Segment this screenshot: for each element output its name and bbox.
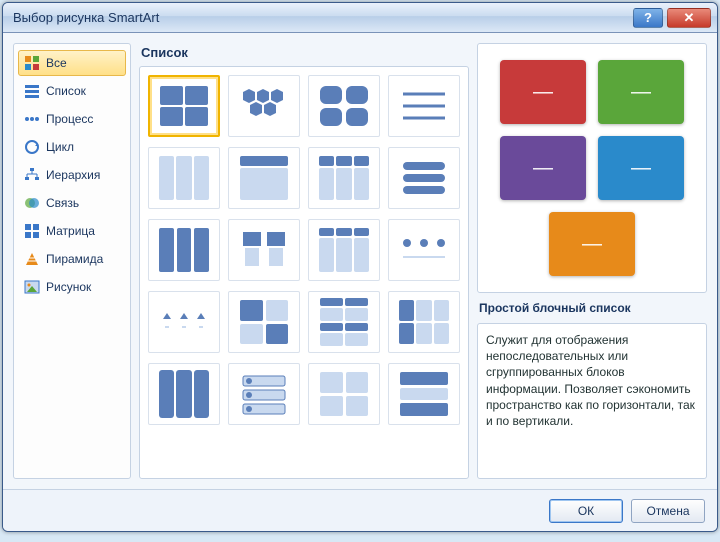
titlebar: Выбор рисунка SmartArt ? ✕ [3,3,717,33]
preview-panel: — — — — — Простой блочный список Служит … [477,43,707,479]
sidebar-item-label: Процесс [46,112,93,126]
sidebar-item-matrix[interactable]: Матрица [18,218,126,244]
process-icon [24,111,40,127]
sidebar-item-label: Цикл [46,140,74,154]
list-icon [24,83,40,99]
preview-title: Простой блочный список [477,299,707,317]
sidebar-item-hierarchy[interactable]: Иерархия [18,162,126,188]
gallery-panel: Список [139,43,469,479]
layout-thumb[interactable] [388,291,460,353]
preview-block: — [500,136,586,200]
sidebar-item-picture[interactable]: Рисунок [18,274,126,300]
hierarchy-icon [24,167,40,183]
layout-thumb[interactable] [228,363,300,425]
preview-block: — [598,136,684,200]
sidebar-item-label: Пирамида [46,252,103,266]
layout-thumb[interactable] [388,75,460,137]
sidebar-item-pyramid[interactable]: Пирамида [18,246,126,272]
picture-icon [24,279,40,295]
layout-thumb[interactable] [388,147,460,209]
layout-thumb[interactable] [228,219,300,281]
sidebar-item-cycle[interactable]: Цикл [18,134,126,160]
layout-thumb[interactable] [388,219,460,281]
sidebar-item-relation[interactable]: Связь [18,190,126,216]
layout-thumb[interactable] [228,75,300,137]
dialog-footer: ОК Отмена [3,489,717,531]
pyramid-icon [24,251,40,267]
dialog-window: Выбор рисунка SmartArt ? ✕ Все Список Пр… [2,2,718,532]
layout-gallery[interactable] [139,66,469,479]
layout-thumb[interactable] [148,147,220,209]
cycle-icon [24,139,40,155]
layout-thumb[interactable] [228,147,300,209]
cancel-button[interactable]: Отмена [631,499,705,523]
layout-thumb[interactable] [148,363,220,425]
layout-thumb[interactable] [228,291,300,353]
layout-thumb[interactable] [308,147,380,209]
preview-block: — [598,60,684,124]
sidebar-item-process[interactable]: Процесс [18,106,126,132]
layout-thumb[interactable] [308,291,380,353]
sidebar-item-label: Связь [46,196,79,210]
preview-block: — [500,60,586,124]
close-button[interactable]: ✕ [667,8,711,28]
matrix-icon [24,223,40,239]
dialog-body: Все Список Процесс Цикл Иерархия Связь [3,33,717,489]
sidebar-item-all[interactable]: Все [18,50,126,76]
layout-thumb[interactable] [148,219,220,281]
sidebar-item-label: Все [46,56,67,70]
sidebar-item-label: Иерархия [46,168,100,182]
sidebar-item-label: Список [46,84,86,98]
help-button[interactable]: ? [633,8,663,28]
layout-thumb[interactable] [388,363,460,425]
relation-icon [24,195,40,211]
layout-thumb[interactable] [148,291,220,353]
category-sidebar: Все Список Процесс Цикл Иерархия Связь [13,43,131,479]
layout-thumb[interactable] [308,75,380,137]
gallery-heading: Список [139,43,469,66]
layout-thumb[interactable] [308,219,380,281]
layout-thumb[interactable] [148,75,220,137]
layout-thumb[interactable] [308,363,380,425]
preview-description: Служит для отображения непоследовательны… [477,323,707,479]
window-title: Выбор рисунка SmartArt [9,10,629,25]
sidebar-item-list[interactable]: Список [18,78,126,104]
ok-button[interactable]: ОК [549,499,623,523]
sidebar-item-label: Матрица [46,224,95,238]
all-icon [24,55,40,71]
preview-canvas: — — — — — [477,43,707,293]
sidebar-item-label: Рисунок [46,280,91,294]
preview-block: — [549,212,635,276]
